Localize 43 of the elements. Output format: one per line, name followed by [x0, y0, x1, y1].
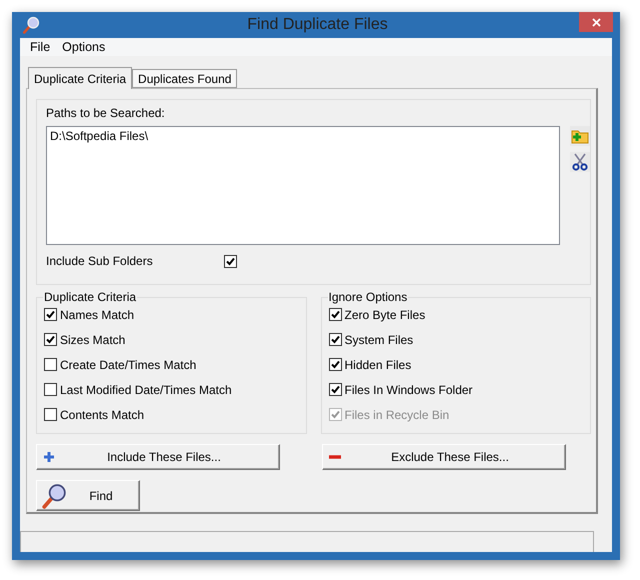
checkbox[interactable]	[328, 308, 342, 321]
tab[interactable]: Duplicates Found	[132, 69, 238, 88]
checkbox[interactable]	[44, 333, 57, 346]
paths-list[interactable]: D:\Softpedia Files\	[46, 126, 560, 245]
exclude-button[interactable]: Exclude These Files...	[322, 444, 566, 470]
checkbox[interactable]	[44, 358, 57, 371]
checkbox-label: Files in Recycle Bin	[344, 408, 450, 422]
checkbox-label: Names Match	[60, 308, 134, 322]
magnifier-icon	[22, 16, 40, 34]
path-item[interactable]: D:\Softpedia Files\	[50, 129, 148, 143]
checkbox-label: System Files	[344, 332, 414, 346]
find-button[interactable]: Find	[36, 480, 140, 511]
checkbox[interactable]	[44, 308, 57, 321]
paths-label: Paths to be Searched:	[46, 106, 166, 120]
window-title: Find Duplicate Files	[246, 16, 389, 34]
folder-plus-icon	[571, 128, 589, 144]
menu-item[interactable]: File	[24, 40, 56, 54]
checkbox-label: Include Sub Folders	[46, 254, 154, 268]
scissors-icon	[572, 153, 588, 171]
magnifier-icon	[41, 482, 67, 508]
include-button[interactable]: Include These Files...	[36, 444, 280, 470]
checkbox-label: Create Date/Times Match	[60, 358, 196, 372]
checkbox-label: Zero Byte Files	[344, 308, 426, 322]
checkbox-label: Sizes Match	[60, 332, 126, 346]
add-folder-button[interactable]	[570, 126, 590, 146]
checkbox[interactable]	[224, 254, 237, 268]
checkbox-label: Last Modified Date/Times Match	[60, 382, 232, 396]
checkbox-label: Hidden Files	[344, 358, 412, 372]
checkbox[interactable]	[328, 358, 342, 371]
close-button[interactable]	[579, 12, 613, 32]
group-title: Duplicate Criteria	[43, 290, 138, 304]
checkbox-label: Contents Match	[60, 408, 144, 422]
checkbox[interactable]	[44, 408, 57, 421]
remove-button[interactable]	[570, 152, 590, 172]
checkbox[interactable]	[328, 333, 342, 346]
group-title: Ignore Options	[328, 290, 408, 304]
tab[interactable]: Duplicate Criteria	[28, 67, 132, 89]
checkbox[interactable]	[44, 383, 57, 396]
close-icon	[592, 18, 600, 26]
plus-icon	[43, 451, 55, 463]
checkbox[interactable]	[328, 383, 342, 396]
menu-item[interactable]: Options	[56, 40, 112, 54]
checkbox-label: Files In Windows Folder	[344, 382, 473, 396]
